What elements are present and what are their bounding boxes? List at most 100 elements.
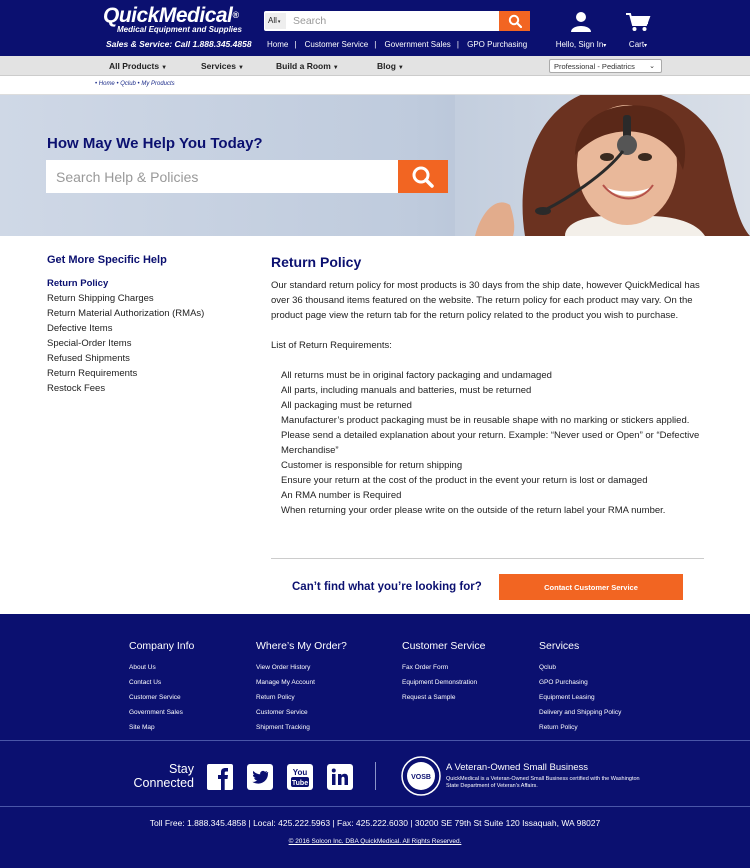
chevron-down-icon: ▼: [237, 65, 244, 71]
sidebar-title: Get More Specific Help: [47, 254, 167, 266]
footer-link-shipment-tracking[interactable]: Shipment Tracking: [256, 720, 347, 735]
stay-connected-label: Stay Connected: [129, 762, 194, 790]
svg-text:Tube: Tube: [292, 780, 308, 787]
facebook-icon[interactable]: [207, 764, 233, 790]
site-header: QuickMedical® Medical Equipment and Supp…: [0, 0, 750, 56]
menu-all-products[interactable]: All Products ▼: [109, 61, 167, 71]
registered-mark: ®: [232, 10, 239, 20]
help-search-button[interactable]: [398, 160, 448, 193]
chevron-down-icon: ⌄: [649, 63, 655, 70]
main-content: Get More Specific Help Return Policy Ret…: [0, 236, 750, 614]
help-search-placeholder: Search Help & Policies: [56, 169, 199, 185]
footer-link-site-map[interactable]: Site Map: [129, 720, 194, 735]
sidebar-item-special-order-items[interactable]: Special-Order Items: [47, 336, 247, 351]
nav-home[interactable]: Home: [267, 40, 288, 49]
cart-menu[interactable]: Cart▾: [622, 12, 654, 49]
nav-customer-service[interactable]: Customer Service: [305, 40, 369, 49]
footer-col-customer-service: Customer Service Fax Order Form Equipmen…: [402, 640, 485, 705]
cart-caret-icon: ▾: [644, 43, 648, 49]
footer-link-request-a-sample[interactable]: Request a Sample: [402, 690, 485, 705]
footer-link-gpo-purchasing[interactable]: GPO Purchasing: [539, 675, 621, 690]
support-agent-photo: [455, 95, 750, 236]
help-search-input[interactable]: Search Help & Policies: [46, 160, 398, 193]
youtube-icon[interactable]: You Tube: [287, 764, 313, 790]
help-sidebar: Get More Specific Help Return Policy Ret…: [47, 254, 247, 396]
content-divider: [271, 558, 704, 559]
logo-brand: QuickMedical: [103, 4, 233, 27]
menu-build-a-room[interactable]: Build a Room ▼: [276, 61, 339, 71]
footer-col-title: Where’s My Order?: [256, 640, 347, 652]
requirement-item: Ensure your return at the cost of the pr…: [281, 475, 648, 486]
footer-link-delivery-shipping-policy[interactable]: Delivery and Shipping Policy: [539, 705, 621, 720]
footer-col-services: Services Qclub GPO Purchasing Equipment …: [539, 640, 621, 735]
footer-link-contact-us[interactable]: Contact Us: [129, 675, 194, 690]
footer-link-customer-service[interactable]: Customer Service: [256, 705, 347, 720]
veteran-description: QuickMedical is a Veteran-Owned Small Bu…: [446, 776, 640, 789]
account-menu[interactable]: Hello, Sign In▾: [555, 10, 607, 49]
chevron-down-icon: ▼: [161, 65, 168, 71]
site-search: All▾ Search: [264, 11, 530, 31]
profession-select[interactable]: Professional - Pediatrics ⌄: [549, 59, 662, 73]
connected-line: Connected: [133, 776, 194, 790]
linkedin-icon[interactable]: [327, 764, 353, 790]
search-button[interactable]: [499, 11, 530, 31]
menu-services[interactable]: Services ▼: [201, 61, 244, 71]
sales-phone: Sales & Service: Call 1.888.345.4858: [106, 39, 252, 49]
requirement-item: All packaging must be returned: [281, 400, 412, 411]
copyright[interactable]: © 2016 Solcon Inc. DBA QuickMedical. All…: [0, 838, 750, 845]
menu-blog[interactable]: Blog ▼: [377, 61, 404, 71]
search-input[interactable]: Search: [293, 15, 326, 27]
menu-all-products-label: All Products: [109, 61, 160, 71]
sidebar-item-return-shipping-charges[interactable]: Return Shipping Charges: [47, 291, 247, 306]
footer-link-qclub[interactable]: Qclub: [539, 660, 621, 675]
account-caret-icon: ▾: [603, 43, 607, 49]
sidebar-item-restock-fees[interactable]: Restock Fees: [47, 381, 247, 396]
cta-text: Can’t find what you’re looking for?: [292, 581, 482, 593]
search-scope-select[interactable]: All▾: [265, 13, 286, 29]
policy-intro: Our standard return policy for most prod…: [271, 280, 700, 321]
footer-link-equipment-demonstration[interactable]: Equipment Demonstration: [402, 675, 485, 690]
top-nav: Home | Customer Service | Government Sales…: [267, 40, 528, 49]
menu-build-a-room-label: Build a Room: [276, 61, 331, 71]
sidebar-item-return-requirements[interactable]: Return Requirements: [47, 366, 247, 381]
twitter-icon[interactable]: [247, 764, 273, 790]
requirement-item: Please send a detailed explanation about…: [281, 430, 700, 456]
user-icon: [571, 12, 591, 32]
footer-col-title: Customer Service: [402, 640, 486, 652]
contact-customer-service-button[interactable]: Contact Customer Service: [499, 574, 683, 600]
nav-gpo-purchasing[interactable]: GPO Purchasing: [467, 40, 527, 49]
search-icon: [508, 14, 522, 28]
vosb-seal: VOSB: [401, 756, 441, 796]
footer-link-fax-order-form[interactable]: Fax Order Form: [402, 660, 485, 675]
contact-line: Toll Free: 1.888.345.4858 | Local: 425.2…: [149, 818, 601, 828]
sidebar-item-refused-shipments[interactable]: Refused Shipments: [47, 351, 247, 366]
footer-link-view-order-history[interactable]: View Order History: [256, 660, 347, 675]
stay-line: Stay: [168, 762, 194, 776]
footer-link-customer-service[interactable]: Customer Service: [129, 690, 194, 705]
footer-link-return-policy[interactable]: Return Policy: [256, 690, 347, 705]
sidebar-item-rmas[interactable]: Return Material Authorization (RMAs): [47, 306, 247, 321]
profession-select-value: Professional - Pediatrics: [554, 62, 635, 71]
account-label: Hello, Sign In: [555, 40, 604, 49]
requirement-item: All returns must be in original factory …: [281, 370, 552, 381]
footer-vertical-divider: [375, 762, 376, 790]
sidebar-item-return-policy[interactable]: Return Policy: [47, 276, 247, 291]
menu-services-label: Services: [201, 61, 236, 71]
search-scope-label: All: [268, 16, 277, 25]
nav-government-sales[interactable]: Government Sales: [385, 40, 451, 49]
help-hero: How May We Help You Today? Search Help &…: [0, 95, 750, 236]
page-title: Return Policy: [271, 254, 362, 270]
footer-link-equipment-leasing[interactable]: Equipment Leasing: [539, 690, 621, 705]
site-footer: Company Info About Us Contact Us Custome…: [0, 614, 750, 868]
footer-link-government-sales[interactable]: Government Sales: [129, 705, 194, 720]
requirements-heading: List of Return Requirements:: [271, 340, 392, 351]
cart-icon: [626, 13, 651, 31]
sidebar-item-defective-items[interactable]: Defective Items: [47, 321, 247, 336]
footer-link-return-policy[interactable]: Return Policy: [539, 720, 621, 735]
footer-divider: [0, 806, 750, 807]
footer-link-manage-my-account[interactable]: Manage My Account: [256, 675, 347, 690]
footer-link-about-us[interactable]: About Us: [129, 660, 194, 675]
quickmedical-logo[interactable]: QuickMedical® Medical Equipment and Supp…: [103, 5, 243, 34]
article: Return Policy Our standard return policy…: [271, 254, 705, 518]
breadcrumb[interactable]: • Home • Qclub • My Products: [0, 76, 750, 95]
